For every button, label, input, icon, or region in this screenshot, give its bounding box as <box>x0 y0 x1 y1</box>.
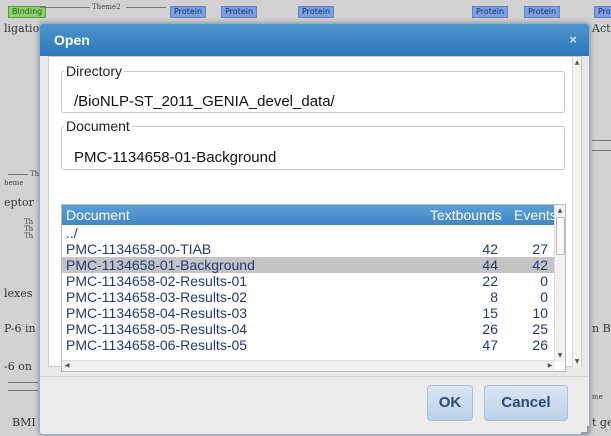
scroll-left-arrow-icon[interactable]: ◀ <box>62 361 72 371</box>
document-name-cell: PMC-1134658-05-Results-04 <box>66 321 248 337</box>
document-name-cell: PMC-1134658-00-TIAB <box>66 241 212 257</box>
textbounds-cell: 8 <box>490 289 498 305</box>
bg-arc-label: me <box>592 393 603 401</box>
scroll-down-arrow-icon[interactable]: ▼ <box>572 357 582 367</box>
bg-tag-protein: Protein <box>524 6 561 18</box>
table-row[interactable]: PMC-1134658-02-Results-01 22 0 <box>62 273 555 289</box>
document-fieldset: Document PMC-1134658-01-Background <box>61 118 565 170</box>
dialog-content: Directory /BioNLP-ST_2011_GENIA_devel_da… <box>48 56 582 372</box>
open-dialog: Open × Directory /BioNLP-ST_2011_GENIA_d… <box>39 23 590 435</box>
document-legend: Document <box>66 118 130 134</box>
vertical-scrollbar[interactable]: ▲ ▼ <box>554 205 565 362</box>
bg-arc-label: heme <box>4 179 24 187</box>
bg-tag-protein: Protein <box>221 6 258 18</box>
directory-fieldset: Directory /BioNLP-ST_2011_GENIA_devel_da… <box>61 63 565 113</box>
parent-dir-label: ../ <box>66 225 78 241</box>
bg-tag-protein: Protein <box>472 6 509 18</box>
bg-arc-label: Th <box>30 170 40 178</box>
document-name-cell: PMC-1134658-06-Results-05 <box>66 337 248 353</box>
bg-arc-label: Th <box>24 232 34 240</box>
ok-button[interactable]: OK <box>427 385 473 421</box>
scroll-down-arrow-icon[interactable]: ▼ <box>555 351 565 361</box>
cancel-button[interactable]: Cancel <box>484 385 568 421</box>
bg-arc-line <box>8 382 38 383</box>
scroll-right-arrow-icon[interactable]: ▶ <box>545 361 555 371</box>
textbounds-cell: 42 <box>482 241 498 257</box>
bg-arc-line <box>592 150 611 151</box>
bg-tag-protein: Pro <box>594 6 611 18</box>
scroll-up-arrow-icon[interactable]: ▲ <box>555 206 565 216</box>
column-header-document[interactable]: Document <box>66 205 130 225</box>
dialog-titlebar[interactable]: Open × <box>40 24 589 56</box>
content-scrollbar[interactable]: ▲ ▼ <box>572 57 581 368</box>
bg-arc-line <box>40 7 90 8</box>
column-header-textbounds[interactable]: Textbounds <box>430 205 502 225</box>
textbounds-cell: 47 <box>482 337 498 353</box>
events-cell: 0 <box>540 273 548 289</box>
table-row[interactable]: PMC-1134658-00-TIAB 42 27 <box>62 241 555 257</box>
textbounds-cell: 22 <box>482 273 498 289</box>
table-row-parent[interactable]: ../ <box>62 225 555 241</box>
dialog-title: Open <box>54 32 90 48</box>
events-cell: 42 <box>532 257 548 273</box>
bg-arc-line <box>8 174 28 175</box>
bg-tag-protein: Protein <box>298 6 335 18</box>
document-name-cell: PMC-1134658-01-Background <box>66 257 255 273</box>
bg-word: n B <box>592 322 611 335</box>
vertical-scroll-thumb[interactable] <box>556 217 565 255</box>
textbounds-cell: 44 <box>482 257 498 273</box>
document-value[interactable]: PMC-1134658-01-Background <box>74 149 276 166</box>
table-row[interactable]: PMC-1134658-04-Results-03 15 10 <box>62 305 555 321</box>
bg-word: BMI <box>12 416 36 429</box>
horizontal-scrollbar[interactable]: ◀ ▶ <box>62 360 555 371</box>
bg-tag-protein: Protein <box>170 6 207 18</box>
document-name-cell: PMC-1134658-03-Results-02 <box>66 289 248 305</box>
textbounds-cell: 26 <box>482 321 498 337</box>
bg-word: lexes <box>4 287 33 300</box>
column-header-events[interactable]: Events <box>514 205 557 225</box>
table-row[interactable]: PMC-1134658-03-Results-02 8 0 <box>62 289 555 305</box>
table-row[interactable]: PMC-1134658-05-Results-04 26 25 <box>62 321 555 337</box>
textbounds-cell: 15 <box>482 305 498 321</box>
bg-arc-line <box>592 140 611 141</box>
table-header: Document Textbounds Events <box>62 205 557 225</box>
resize-grip-icon[interactable] <box>581 426 589 434</box>
bg-word: Act-I <box>592 22 611 35</box>
bg-arc-line <box>126 7 166 8</box>
bg-word: eptor <box>4 196 34 209</box>
events-cell: 26 <box>532 337 548 353</box>
document-name-cell: PMC-1134658-04-Results-03 <box>66 305 248 321</box>
close-icon[interactable]: × <box>569 24 577 56</box>
table-row[interactable]: PMC-1134658-06-Results-05 47 26 <box>62 337 555 353</box>
bg-word: -6 on <box>4 360 32 373</box>
bg-word: ligatio <box>4 22 40 35</box>
directory-value: /BioNLP-ST_2011_GENIA_devel_data/ <box>74 93 335 110</box>
events-cell: 10 <box>532 305 548 321</box>
events-cell: 25 <box>532 321 548 337</box>
document-name-cell: PMC-1134658-02-Results-01 <box>66 273 248 289</box>
scroll-up-arrow-icon[interactable]: ▲ <box>572 58 582 68</box>
document-table: Document Textbounds Events ../ PMC-11346… <box>61 204 566 372</box>
table-row[interactable]: PMC-1134658-01-Background 44 42 <box>62 257 555 273</box>
dialog-footer: OK Cancel <box>40 376 589 434</box>
events-cell: 0 <box>540 289 548 305</box>
bg-word: t ge <box>592 416 611 429</box>
events-cell: 27 <box>532 241 548 257</box>
bg-arc-label: Theme2 <box>92 3 121 11</box>
directory-legend: Directory <box>66 63 123 79</box>
bg-arc-line <box>8 390 38 391</box>
bg-word: P-6 in <box>4 322 36 335</box>
